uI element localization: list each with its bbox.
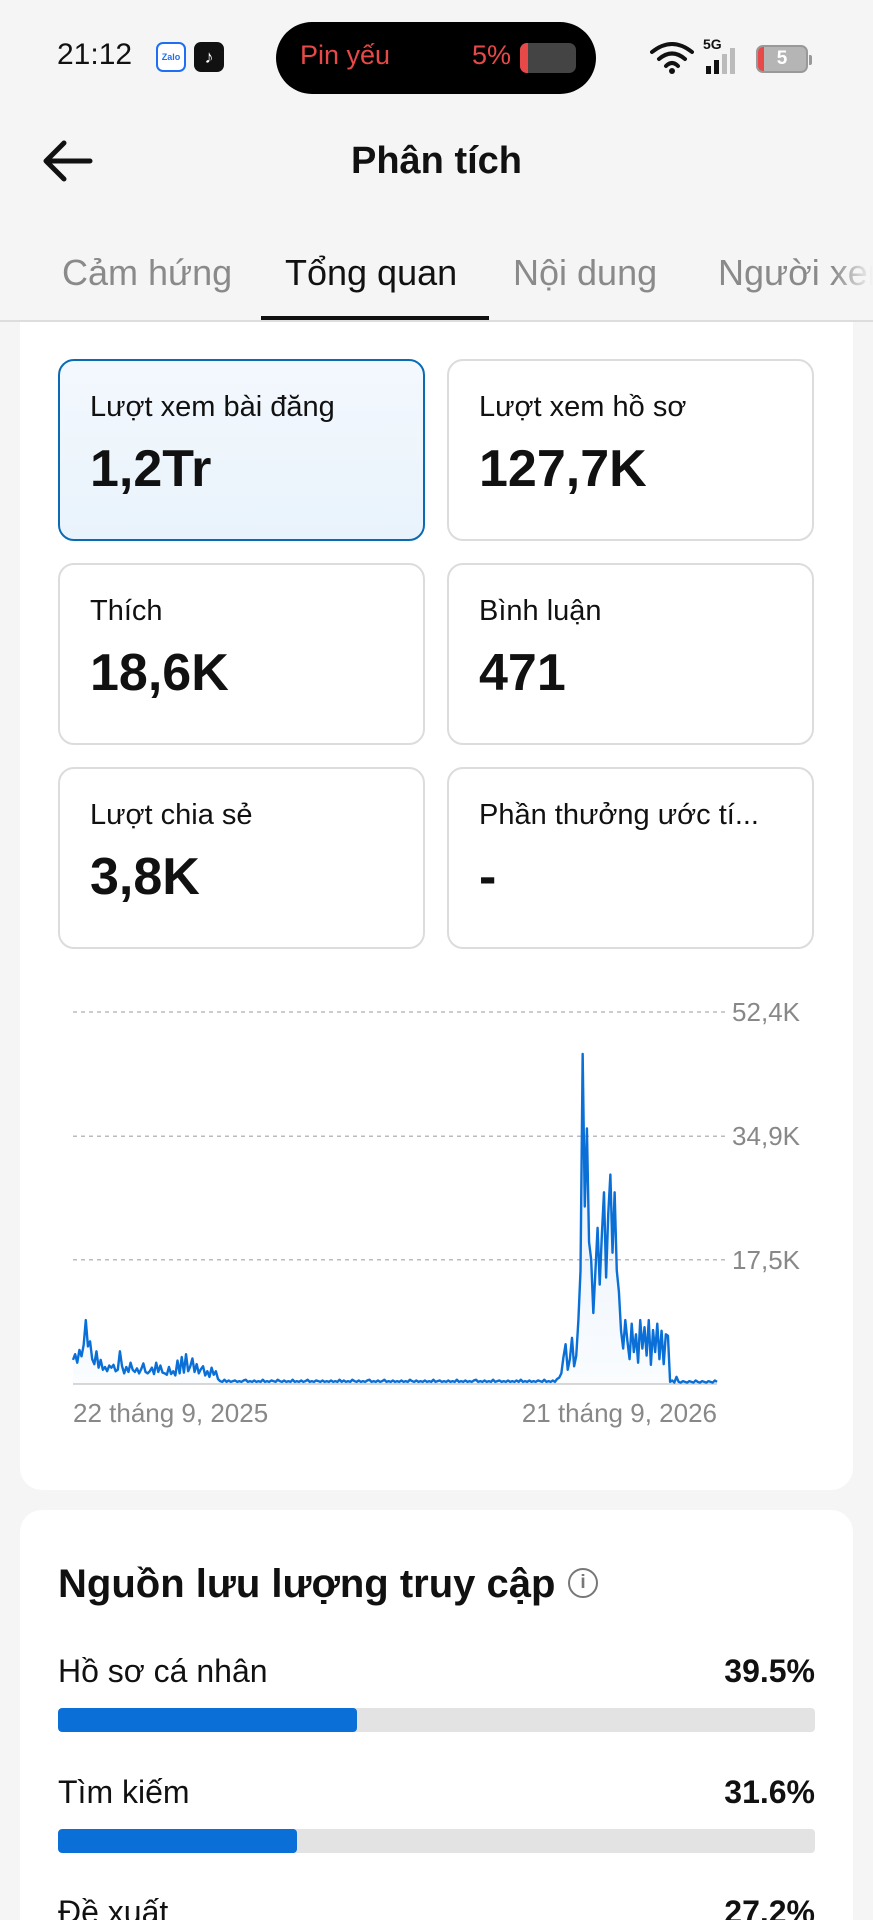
traffic-source-label: Đề xuất xyxy=(58,1894,169,1920)
metric-card-estimated-rewards[interactable]: Phần thưởng ước tí... - xyxy=(447,767,814,949)
status-bar: 21:12 Zalo ♪ Pin yếu 5% 5G 5 xyxy=(0,0,873,110)
metric-card-shares[interactable]: Lượt chia sẻ 3,8K xyxy=(58,767,425,949)
metric-label: Bình luận xyxy=(479,595,602,627)
tab-bar: Cảm hứng Tổng quan Nội dung Người xem xyxy=(0,230,873,322)
metric-value: - xyxy=(479,848,497,906)
traffic-source-bar-fill xyxy=(58,1829,298,1853)
metric-card-likes[interactable]: Thích 18,6K xyxy=(58,563,425,745)
metric-card-comments[interactable]: Bình luận 471 xyxy=(447,563,814,745)
traffic-source-bar xyxy=(58,1708,815,1732)
metric-label: Lượt chia sẻ xyxy=(90,799,253,831)
traffic-source-percent: 39.5% xyxy=(724,1653,815,1689)
metric-label: Phần thưởng ước tí... xyxy=(479,799,759,831)
metric-card-post-views[interactable]: Lượt xem bài đăng 1,2Tr xyxy=(58,359,425,541)
metric-value: 18,6K xyxy=(90,644,229,702)
post-views-chart[interactable]: 52,4K 34,9K 17,5K 22 tháng 9, 2025 21 thán… xyxy=(20,990,853,1450)
info-icon[interactable]: i xyxy=(568,1568,598,1598)
tab-inspiration[interactable]: Cảm hứng xyxy=(62,252,232,294)
tab-fade xyxy=(833,230,873,320)
traffic-source-percent: 27.2% xyxy=(724,1894,815,1920)
battery-level: 5 xyxy=(776,48,788,69)
traffic-source-percent: 31.6% xyxy=(724,1774,815,1810)
metric-label: Lượt xem hồ sơ xyxy=(479,391,687,423)
page-title: Phân tích xyxy=(350,140,523,182)
status-time: 21:12 xyxy=(57,38,133,71)
metric-value: 127,7K xyxy=(479,440,647,498)
wifi-icon xyxy=(650,42,694,74)
metric-label: Thích xyxy=(90,595,163,627)
metric-value: 471 xyxy=(479,644,566,702)
x-tick-label: 21 tháng 9, 2026 xyxy=(522,1398,717,1428)
metric-value: 3,8K xyxy=(90,848,200,906)
x-tick-label: 22 tháng 9, 2025 xyxy=(73,1398,268,1428)
traffic-source-label: Tìm kiếm xyxy=(58,1774,190,1810)
metric-card-profile-views[interactable]: Lượt xem hồ sơ 127,7K xyxy=(447,359,814,541)
active-tab-indicator xyxy=(261,316,489,320)
y-tick-label: 34,9K xyxy=(732,1121,801,1151)
signal-icon xyxy=(706,48,735,74)
metric-label: Lượt xem bài đăng xyxy=(90,391,335,423)
traffic-sources-card: Nguồn lưu lượng truy cập i Hồ sơ cá nhân… xyxy=(20,1510,853,1920)
tab-overview[interactable]: Tổng quan xyxy=(285,252,457,294)
traffic-source-bar-fill xyxy=(58,1708,357,1732)
low-battery-percent: 5% xyxy=(472,40,512,70)
chart-series-line xyxy=(71,1052,718,1384)
traffic-sources-title: Nguồn lưu lượng truy cập xyxy=(58,1562,556,1606)
battery-icon: 5 xyxy=(756,45,812,73)
y-tick-label: 52,4K xyxy=(732,997,801,1027)
low-battery-text: Pin yếu xyxy=(300,40,391,70)
tab-content[interactable]: Nội dung xyxy=(513,252,657,294)
tiktok-icon: ♪ xyxy=(194,42,224,72)
traffic-source-label: Hồ sơ cá nhân xyxy=(58,1653,268,1689)
metric-value: 1,2Tr xyxy=(90,440,212,498)
zalo-icon: Zalo xyxy=(156,42,186,72)
island-battery-icon xyxy=(520,43,576,73)
y-tick-label: 17,5K xyxy=(732,1245,801,1275)
traffic-source-bar xyxy=(58,1829,815,1853)
